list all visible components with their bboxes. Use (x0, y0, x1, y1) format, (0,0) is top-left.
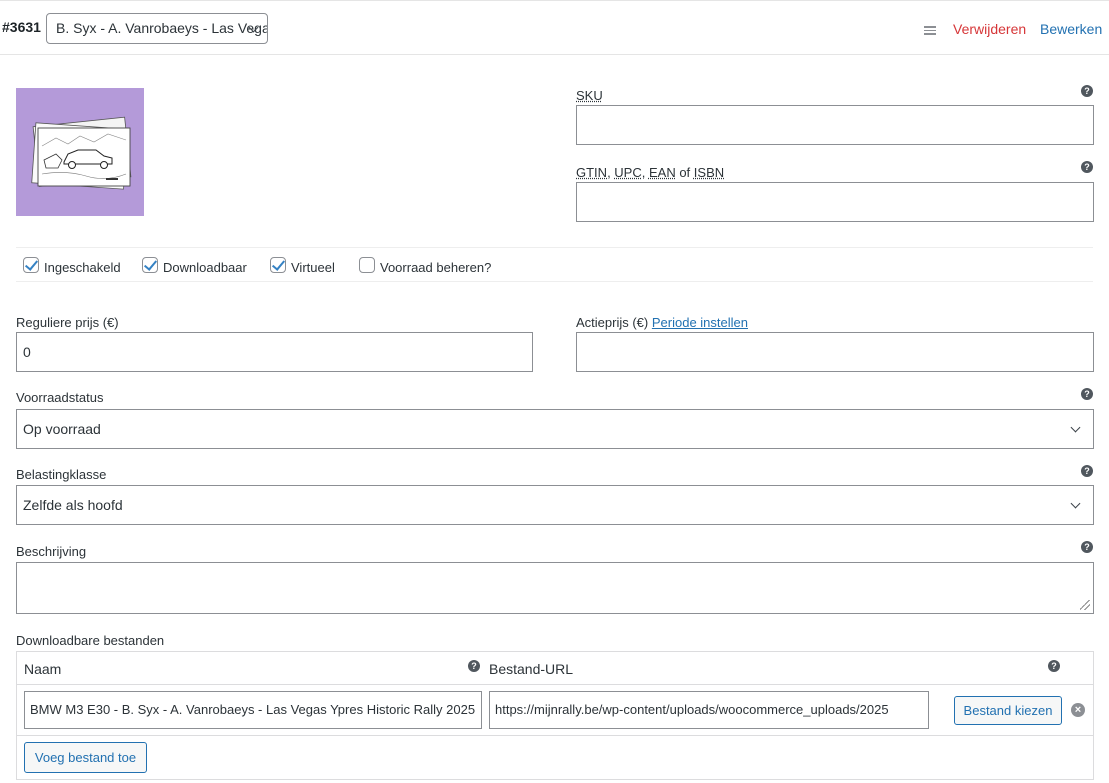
downloadable-checkbox[interactable] (142, 257, 158, 273)
sku-help-icon[interactable]: ? (1081, 85, 1093, 97)
tax-class-select[interactable]: Zelfde als hoofd (16, 485, 1094, 525)
file-name-help-icon[interactable]: ? (468, 660, 480, 672)
downloads-header-divider (17, 684, 1093, 685)
file-url-input[interactable]: https://mijnrally.be/wp-content/uploads/… (489, 691, 929, 729)
rally-drawing-image (16, 88, 144, 216)
stock-status-label: Voorraadstatus (16, 390, 104, 405)
hamburger-icon[interactable] (924, 26, 936, 35)
variation-image[interactable] (16, 88, 144, 216)
stock-status-select[interactable]: Op voorraad (16, 409, 1094, 449)
schedule-sale-link[interactable]: Periode instellen (652, 315, 748, 330)
description-textarea[interactable] (16, 562, 1094, 614)
sku-input[interactable] (576, 105, 1094, 145)
stock-status-value: Op voorraad (23, 421, 101, 437)
file-url-help-icon[interactable]: ? (1048, 660, 1060, 672)
downloads-label: Downloadbare bestanden (16, 633, 165, 648)
manage-stock-checkbox[interactable] (359, 257, 375, 273)
variation-attribute-select[interactable]: B. Syx - A. Vanrobaeys - Las Vegas Ypres… (46, 13, 268, 44)
tax-class-help-icon[interactable]: ? (1081, 465, 1093, 477)
gtin-input[interactable] (576, 182, 1094, 222)
description-label: Beschrijving (16, 544, 87, 559)
tax-class-value: Zelfde als hoofd (23, 497, 123, 513)
chevron-down-icon (1070, 498, 1081, 509)
gtin-help-icon[interactable]: ? (1081, 161, 1093, 173)
downloads-row-divider (17, 735, 1093, 736)
sale-price-label: Actieprijs (€) Periode instellen (576, 315, 748, 330)
options-divider-bottom (16, 281, 1093, 282)
choose-file-button[interactable]: Bestand kiezen (954, 696, 1062, 725)
downloadable-label: Downloadbaar (163, 260, 247, 275)
regular-price-input[interactable]: 0 (16, 332, 533, 372)
add-file-button[interactable]: Voeg bestand toe (24, 742, 147, 773)
regular-price-label: Reguliere prijs (€) (16, 315, 119, 330)
variation-attribute-value: B. Syx - A. Vanrobaeys - Las Vegas Ypres… (56, 20, 267, 36)
sku-label: SKU (576, 88, 603, 103)
delete-link[interactable]: Verwijderen (953, 21, 1026, 37)
edit-link[interactable]: Bewerken (1040, 21, 1102, 37)
enabled-checkbox[interactable] (23, 257, 39, 273)
col-name-header: Naam (24, 661, 62, 677)
enabled-label: Ingeschakeld (44, 260, 121, 275)
options-divider-top (16, 247, 1093, 248)
tax-class-label: Belastingklasse (16, 467, 107, 482)
chevron-down-icon (1070, 422, 1081, 433)
col-url-header: Bestand-URL (489, 661, 574, 677)
file-name-input[interactable]: BMW M3 E30 - B. Syx - A. Vanrobaeys - La… (24, 691, 482, 729)
manage-stock-label: Voorraad beheren? (380, 260, 492, 275)
sale-price-input[interactable] (576, 332, 1094, 372)
virtual-label: Virtueel (291, 260, 335, 275)
resize-handle-icon[interactable] (1080, 600, 1090, 610)
description-help-icon[interactable]: ? (1081, 541, 1093, 553)
variation-id: #3631 (2, 19, 41, 35)
gtin-label: GTIN, UPC, EAN of ISBN (576, 165, 725, 180)
remove-file-icon[interactable]: × (1071, 703, 1085, 717)
virtual-checkbox[interactable] (270, 257, 286, 273)
stock-status-help-icon[interactable]: ? (1081, 388, 1093, 400)
